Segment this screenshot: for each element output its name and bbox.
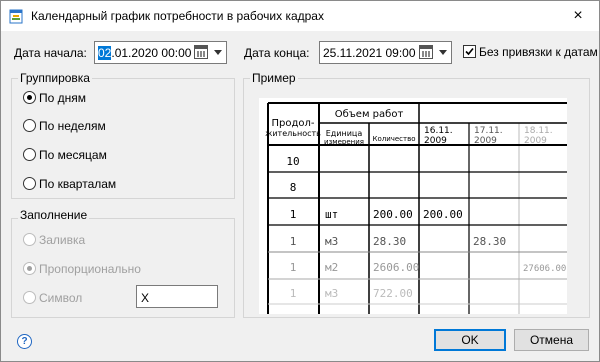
help-icon[interactable]: ? bbox=[17, 334, 32, 349]
example-cell-d3: 27606.00 bbox=[523, 264, 566, 274]
example-table: Продол- жительность Объем работ Единица … bbox=[265, 102, 567, 314]
radio-label-by-months[interactable]: По месяцам bbox=[39, 148, 107, 162]
header-date-3-day: 18.11. bbox=[524, 126, 553, 136]
app-icon bbox=[9, 9, 23, 24]
grouping-title: Группировка bbox=[18, 71, 92, 85]
close-button[interactable]: × bbox=[557, 1, 599, 31]
header-duration-2: жительность bbox=[265, 129, 321, 138]
example-cell-unit: м3 bbox=[325, 287, 338, 300]
radio-proportional[interactable] bbox=[23, 262, 36, 275]
header-date-1-day: 16.11. bbox=[424, 126, 453, 136]
header-unit-2: измерения bbox=[324, 138, 364, 146]
header-qty: Количество bbox=[372, 135, 415, 143]
example-cell-duration: 8 bbox=[290, 181, 297, 194]
symbol-input[interactable]: X bbox=[136, 285, 218, 308]
fill-title: Заполнение bbox=[18, 208, 90, 222]
header-duration-1: Продол- bbox=[271, 118, 314, 129]
example-cell-qty: 2606.00 bbox=[373, 261, 419, 274]
close-icon: × bbox=[573, 7, 583, 24]
header-date-3-year: 2009 bbox=[524, 136, 547, 146]
radio-by-weeks[interactable] bbox=[23, 119, 36, 132]
radio-label-by-weeks[interactable]: По неделям bbox=[39, 119, 106, 133]
header-unit-1: Единица bbox=[326, 129, 363, 138]
symbol-input-value[interactable]: X bbox=[141, 291, 149, 305]
chevron-down-icon[interactable] bbox=[214, 50, 222, 55]
calendar-icon[interactable] bbox=[194, 45, 208, 59]
start-date-label: Дата начала: bbox=[14, 46, 87, 60]
example-cell-qty: 28.30 bbox=[373, 235, 406, 248]
radio-label-proportional[interactable]: Пропорционально bbox=[39, 262, 141, 276]
example-title: Пример bbox=[250, 71, 298, 85]
no-binding-checkbox[interactable] bbox=[463, 45, 476, 58]
example-cell-unit: м2 bbox=[325, 261, 338, 274]
example-cell-duration: 1 bbox=[290, 208, 297, 221]
title-bar: Календарный график потребности в рабочих… bbox=[1, 1, 599, 31]
example-cell-duration: 1 bbox=[290, 261, 297, 274]
radio-label-symbol[interactable]: Символ bbox=[39, 291, 82, 305]
radio-fill[interactable] bbox=[23, 233, 36, 246]
example-cell-duration: 1 bbox=[290, 287, 297, 300]
example-cell-d2: 28.30 bbox=[473, 235, 506, 248]
header-date-2-day: 17.11. bbox=[474, 126, 503, 136]
example-cell-unit: м3 bbox=[325, 235, 338, 248]
start-date-value[interactable]: 02.01.2020 00:00 bbox=[98, 46, 191, 60]
end-date-label: Дата конца: bbox=[244, 46, 310, 60]
example-cell-qty: 722.00 bbox=[373, 287, 413, 300]
end-date-picker[interactable]: 25.11.2021 09:00 bbox=[319, 41, 452, 64]
radio-by-quarters[interactable] bbox=[23, 177, 36, 190]
header-date-2-year: 2009 bbox=[474, 136, 497, 146]
start-date-picker[interactable]: 02.01.2020 00:00 bbox=[94, 41, 227, 64]
window-title: Календарный график потребности в рабочих… bbox=[31, 9, 324, 23]
calendar-icon[interactable] bbox=[419, 45, 433, 59]
radio-by-days[interactable] bbox=[23, 91, 36, 104]
example-cell-duration: 1 bbox=[290, 235, 297, 248]
example-cell-duration: 10 bbox=[286, 155, 299, 168]
ok-button[interactable]: OK bbox=[434, 329, 506, 351]
header-date-1-year: 2009 bbox=[424, 136, 447, 146]
chevron-down-icon[interactable] bbox=[439, 50, 447, 55]
example-cell-unit: шт bbox=[325, 208, 338, 221]
radio-label-fill[interactable]: Заливка bbox=[39, 233, 85, 247]
example-cell-qty: 200.00 bbox=[373, 208, 413, 221]
radio-symbol[interactable] bbox=[23, 291, 36, 304]
checkmark-icon bbox=[465, 47, 474, 56]
radio-by-months[interactable] bbox=[23, 148, 36, 161]
dialog-window: Календарный график потребности в рабочих… bbox=[0, 0, 600, 362]
no-binding-label[interactable]: Без привязки к датам bbox=[479, 45, 598, 59]
example-cell-d1: 200.00 bbox=[423, 208, 463, 221]
header-volume: Объем работ bbox=[335, 109, 404, 120]
cancel-button[interactable]: Отмена bbox=[514, 329, 589, 351]
radio-label-by-days[interactable]: По дням bbox=[39, 91, 86, 105]
example-preview: Продол- жительность Объем работ Единица … bbox=[259, 98, 567, 314]
end-date-value[interactable]: 25.11.2021 09:00 bbox=[323, 46, 416, 60]
radio-label-by-quarters[interactable]: По кварталам bbox=[39, 177, 116, 191]
